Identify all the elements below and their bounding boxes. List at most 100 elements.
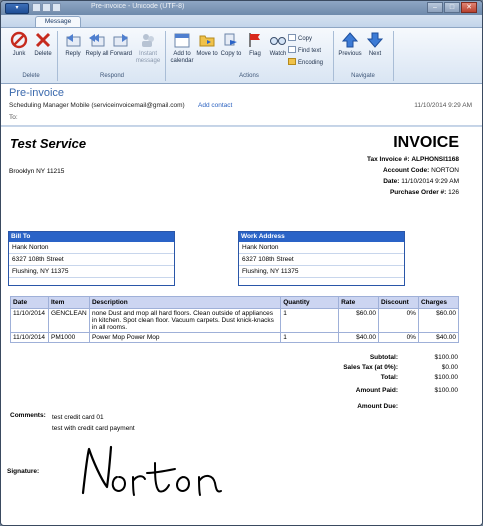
- table-row: 11/10/2014 GENCLEAN none Dust and mop al…: [10, 308, 460, 333]
- meta-row: Account Code: NORTON: [383, 167, 459, 174]
- forward-icon: [113, 34, 128, 47]
- company-address: Brooklyn NY 11215: [9, 168, 65, 175]
- invoice-title: INVOICE: [393, 134, 459, 151]
- ribbon-separator: [393, 31, 394, 81]
- comment-line: test credit card 01: [52, 414, 104, 421]
- instant-message-label: Instant message: [135, 51, 161, 64]
- col-header-discount: Discount: [378, 296, 419, 309]
- cell-charges: $60.00: [417, 308, 460, 333]
- cell-description: none Dust and mop all hard floors. Clean…: [88, 308, 282, 333]
- cell-date: 11/10/2014: [10, 308, 49, 333]
- to-label: To:: [9, 114, 18, 121]
- previous-button[interactable]: Previous: [335, 30, 365, 74]
- move-folder-icon: [199, 35, 215, 47]
- forward-label: Forward: [109, 51, 132, 57]
- group-label-delete: Delete: [22, 73, 40, 79]
- total-row: Subtotal: $100.00: [369, 354, 458, 361]
- arrow-up-icon: [341, 32, 359, 48]
- group-label-actions: Actions: [239, 73, 259, 79]
- cell-date: 11/10/2014: [10, 332, 49, 343]
- invoice-meta: Tax Invoice #: ALPHONSI1168 Account Code…: [259, 156, 459, 200]
- company-name: Test Service: [10, 136, 87, 151]
- col-header-date: Date: [10, 296, 49, 309]
- message-body: Test Service INVOICE Brooklyn NY 11215 T…: [1, 127, 482, 525]
- move-to-button[interactable]: Move to: [195, 30, 219, 74]
- window-title: Pre-invoice - Unicode (UTF-8): [91, 3, 185, 10]
- bill-to-line: Hank Norton: [9, 242, 174, 254]
- next-button[interactable]: Next: [363, 30, 387, 74]
- message-header: Pre-invoice Scheduling Manager Mobile (s…: [1, 84, 482, 126]
- window-controls: – □ ✕: [427, 2, 479, 14]
- delete-button[interactable]: Delete: [31, 30, 55, 74]
- total-row: Total: $100.00: [380, 374, 458, 381]
- work-address-line: Hank Norton: [239, 242, 404, 254]
- calendar-icon: [174, 33, 190, 48]
- add-contact-link[interactable]: Add contact: [198, 102, 232, 109]
- add-to-calendar-label: Add to calendar: [170, 51, 194, 64]
- undo-icon[interactable]: [42, 3, 51, 12]
- bill-to-line: Flushing, NY 11375: [9, 266, 174, 278]
- meta-row: Purchase Order #: 126: [389, 189, 459, 196]
- reply-all-button[interactable]: Reply all: [85, 30, 109, 74]
- next-label: Next: [368, 51, 382, 57]
- cell-description: Power Mop Power Mop: [88, 332, 282, 343]
- copy-button[interactable]: Copy: [288, 34, 312, 44]
- watch-glasses-icon: [270, 37, 286, 45]
- reply-all-label: Reply all: [85, 51, 109, 57]
- flag-label: Flag: [249, 51, 261, 57]
- work-address-line: 6327 108th Street: [239, 254, 404, 266]
- watch-label: Watch: [269, 51, 287, 57]
- copy-to-label: Copy to: [220, 51, 242, 57]
- reply-label: Reply: [65, 51, 81, 57]
- minimize-button[interactable]: –: [427, 2, 443, 13]
- message-subject: Pre-invoice: [9, 87, 65, 99]
- col-header-item: Item: [47, 296, 90, 309]
- forward-button[interactable]: Forward: [109, 30, 133, 74]
- reply-button[interactable]: Reply: [61, 30, 85, 74]
- cell-item: PM1000: [47, 332, 90, 343]
- line-items-table: Date Item Description Quantity Rate Disc…: [10, 296, 460, 343]
- meta-row: Date: 11/10/2014 9:29 AM: [383, 178, 459, 185]
- copy-to-button[interactable]: Copy to: [219, 30, 243, 74]
- delete-icon: [35, 32, 51, 48]
- ribbon-separator: [333, 31, 334, 81]
- ribbon-separator: [57, 31, 58, 81]
- col-header-quantity: Quantity: [280, 296, 340, 309]
- signature-image: [81, 445, 222, 496]
- junk-label: Junk: [12, 51, 26, 57]
- comment-line: test with credit card payment: [52, 425, 135, 432]
- tab-message[interactable]: Message: [35, 16, 81, 27]
- signature-label: Signature:: [7, 468, 40, 475]
- totals-block: Subtotal: $100.00 Sales Tax (at 0%): $0.00…: [258, 354, 458, 413]
- meta-row: Tax Invoice #: ALPHONSI1168: [366, 156, 459, 163]
- table-header-row: Date Item Description Quantity Rate Disc…: [10, 296, 460, 309]
- cell-charges: $40.00: [417, 332, 460, 343]
- junk-button[interactable]: Junk: [7, 30, 31, 74]
- bill-to-box: Bill To Hank Norton 6327 108th Street Fl…: [8, 231, 175, 286]
- instant-message-icon: [142, 34, 154, 47]
- redo-icon[interactable]: [52, 3, 61, 12]
- ribbon: Junk Delete Delete Reply Reply all Forwa…: [1, 27, 482, 84]
- add-to-calendar-button[interactable]: Add to calendar: [167, 30, 197, 74]
- copy-icon: [288, 34, 296, 41]
- col-header-charges: Charges: [417, 296, 460, 309]
- app-menu-button[interactable]: ▾: [5, 3, 29, 14]
- encoding-button[interactable]: Encoding: [288, 58, 323, 68]
- title-bar: ▾ Pre-invoice - Unicode (UTF-8) – □ ✕: [1, 1, 482, 15]
- arrow-down-icon: [366, 32, 384, 48]
- close-button[interactable]: ✕: [461, 2, 477, 13]
- group-label-navigate: Navigate: [351, 73, 375, 79]
- flag-icon: [249, 33, 260, 47]
- save-icon[interactable]: [32, 3, 41, 12]
- watch-button[interactable]: Watch: [266, 30, 290, 74]
- copy-folder-icon: [224, 33, 237, 46]
- cell-discount: 0%: [378, 308, 419, 333]
- find-text-button[interactable]: Find text: [288, 46, 321, 56]
- bill-to-line: 6327 108th Street: [9, 254, 174, 266]
- flag-button[interactable]: Flag: [243, 30, 267, 74]
- maximize-button[interactable]: □: [444, 2, 460, 13]
- ribbon-separator: [165, 31, 166, 81]
- message-sender[interactable]: Scheduling Manager Mobile (serviceinvoic…: [9, 102, 185, 109]
- instant-message-button[interactable]: Instant message: [133, 30, 163, 74]
- ribbon-tabs: Message: [1, 15, 482, 27]
